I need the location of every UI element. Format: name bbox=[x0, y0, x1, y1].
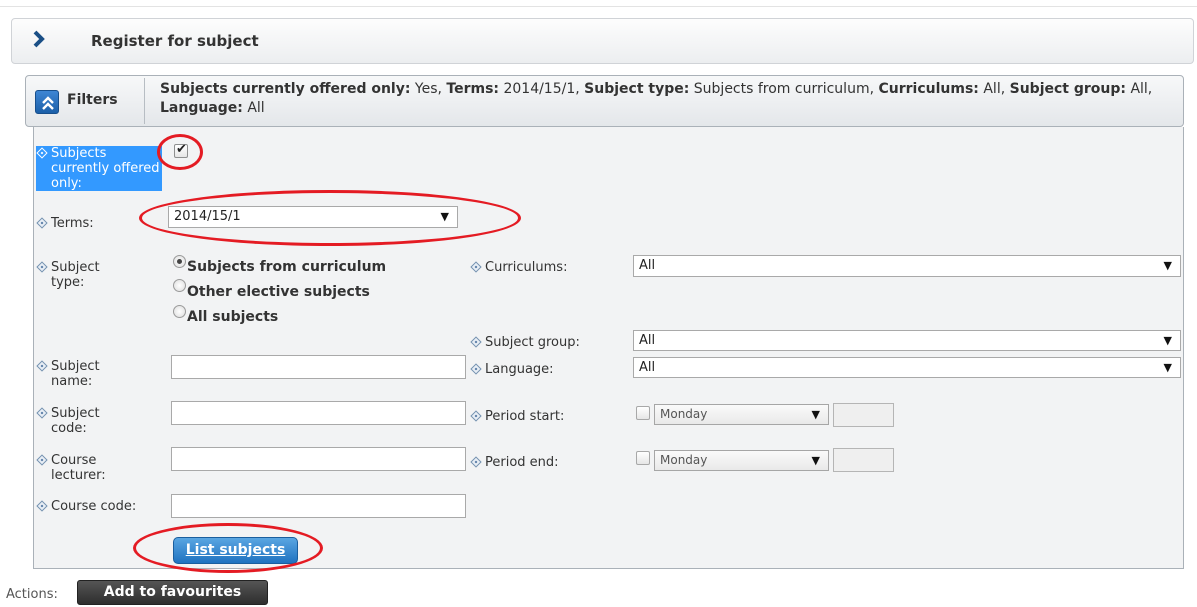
subject-code-label-text: Subject code: bbox=[51, 406, 100, 436]
course-lecturer-label: Course lecturer: bbox=[36, 453, 126, 483]
add-to-favourites-button[interactable]: Add to favourites bbox=[77, 580, 268, 605]
diamond-icon bbox=[470, 363, 482, 375]
subject-type-radio-curriculum[interactable] bbox=[173, 255, 186, 268]
period-end-day-select[interactable]: Monday ▼ bbox=[654, 450, 829, 471]
subject-type-option-elective[interactable]: Other elective subjects bbox=[187, 284, 370, 300]
summary-value: All bbox=[242, 100, 265, 116]
period-start-label: Period start: bbox=[470, 409, 620, 424]
summary-value: All, bbox=[978, 81, 1010, 97]
summary-value: Yes, bbox=[410, 81, 447, 97]
filters-divider bbox=[144, 78, 145, 124]
dropdown-arrow-icon: ▼ bbox=[1163, 334, 1172, 347]
summary-value: 2014/15/1, bbox=[499, 81, 585, 97]
diamond-icon bbox=[36, 147, 48, 159]
period-start-label-text: Period start: bbox=[485, 409, 565, 424]
terms-label: Terms: bbox=[36, 216, 156, 231]
page-title: Register for subject bbox=[91, 32, 259, 50]
subject-type-radio-all[interactable] bbox=[173, 305, 186, 318]
subject-type-radio-elective[interactable] bbox=[173, 279, 186, 292]
filters-toggle-button[interactable] bbox=[35, 90, 59, 114]
diamond-icon bbox=[470, 456, 482, 468]
filters-summary: Subjects currently offered only: Yes, Te… bbox=[160, 80, 1170, 118]
period-end-label-text: Period end: bbox=[485, 455, 559, 470]
language-select-value: All bbox=[639, 360, 656, 375]
subject-type-label: Subject type: bbox=[36, 260, 126, 290]
language-select[interactable]: All ▼ bbox=[633, 357, 1181, 378]
period-end-label: Period end: bbox=[470, 455, 620, 470]
subject-group-select-value: All bbox=[639, 333, 656, 348]
dropdown-arrow-icon: ▼ bbox=[811, 408, 820, 421]
subject-code-label: Subject code: bbox=[36, 406, 126, 436]
diamond-icon bbox=[36, 500, 48, 512]
summary-key: Language: bbox=[160, 100, 243, 116]
subject-name-label-text: Subject name: bbox=[51, 359, 100, 389]
diamond-icon bbox=[36, 261, 48, 273]
dropdown-arrow-icon: ▼ bbox=[811, 454, 820, 467]
subject-code-input[interactable] bbox=[171, 401, 466, 425]
summary-key: Subject group: bbox=[1009, 81, 1126, 97]
chevron-right-icon bbox=[33, 30, 45, 48]
summary-value: Subjects from curriculum, bbox=[689, 81, 879, 97]
diamond-icon bbox=[470, 336, 482, 348]
curriculums-select-value: All bbox=[639, 258, 656, 273]
offered-only-label-text: Subjects currently offered only: bbox=[51, 146, 160, 191]
diamond-icon bbox=[470, 261, 482, 273]
dropdown-arrow-icon: ▼ bbox=[1163, 361, 1172, 374]
period-end-day-value: Monday bbox=[660, 453, 708, 467]
dropdown-arrow-icon: ▼ bbox=[1163, 259, 1172, 272]
diamond-icon bbox=[36, 454, 48, 466]
subject-type-label-text: Subject type: bbox=[51, 260, 100, 290]
annotation-ring bbox=[157, 134, 203, 170]
period-start-day-select[interactable]: Monday ▼ bbox=[654, 404, 829, 425]
subject-group-label: Subject group: bbox=[470, 335, 620, 350]
diamond-icon bbox=[36, 217, 48, 229]
diamond-icon bbox=[36, 407, 48, 419]
subject-group-select[interactable]: All ▼ bbox=[633, 330, 1181, 351]
period-end-checkbox[interactable] bbox=[636, 451, 650, 465]
subject-type-option-all[interactable]: All subjects bbox=[187, 309, 278, 325]
subject-name-input[interactable] bbox=[171, 355, 466, 379]
filters-bar[interactable]: Filters Subjects currently offered only:… bbox=[25, 75, 1184, 127]
summary-key: Subject type: bbox=[584, 81, 690, 97]
page-header: Register for subject bbox=[11, 18, 1194, 64]
summary-value: All, bbox=[1126, 81, 1153, 97]
summary-key: Subjects currently offered only: bbox=[160, 81, 411, 97]
course-code-label: Course code: bbox=[36, 499, 176, 514]
language-label-text: Language: bbox=[485, 362, 554, 377]
summary-key: Terms: bbox=[446, 81, 500, 97]
course-code-label-text: Course code: bbox=[51, 499, 137, 514]
summary-key: Curriculums: bbox=[878, 81, 979, 97]
language-label: Language: bbox=[470, 362, 620, 377]
diamond-icon bbox=[470, 410, 482, 422]
curriculums-label: Curriculums: bbox=[470, 260, 620, 275]
period-start-checkbox[interactable] bbox=[636, 406, 650, 420]
course-lecturer-label-text: Course lecturer: bbox=[51, 453, 106, 483]
annotation-ring bbox=[139, 190, 521, 246]
double-chevron-up-icon bbox=[42, 96, 54, 110]
period-end-time-input[interactable] bbox=[833, 448, 894, 472]
subject-type-option-curriculum[interactable]: Subjects from curriculum bbox=[187, 259, 386, 275]
subject-group-label-text: Subject group: bbox=[485, 335, 580, 350]
subject-name-label: Subject name: bbox=[36, 359, 126, 389]
period-start-time-input[interactable] bbox=[833, 403, 894, 427]
curriculums-label-text: Curriculums: bbox=[485, 260, 568, 275]
offered-only-label: Subjects currently offered only: bbox=[36, 146, 162, 191]
course-lecturer-input[interactable] bbox=[171, 447, 466, 471]
curriculums-select[interactable]: All ▼ bbox=[633, 255, 1181, 277]
course-code-input[interactable] bbox=[171, 494, 466, 518]
top-divider bbox=[0, 6, 1197, 7]
diamond-icon bbox=[36, 360, 48, 372]
filters-title: Filters bbox=[67, 92, 118, 108]
period-start-day-value: Monday bbox=[660, 407, 708, 421]
terms-label-text: Terms: bbox=[51, 216, 94, 231]
annotation-ring bbox=[133, 523, 323, 573]
actions-label: Actions: bbox=[6, 587, 58, 602]
